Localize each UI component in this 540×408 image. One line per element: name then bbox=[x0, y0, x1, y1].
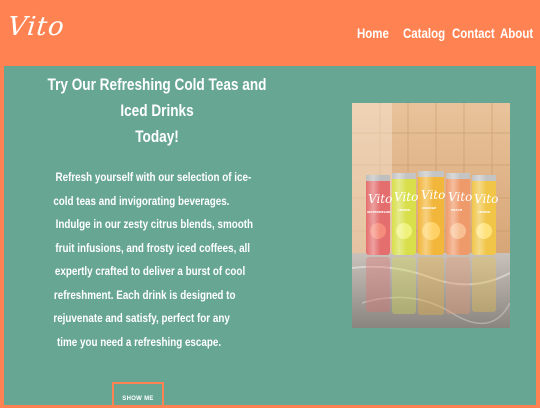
can-watermelon bbox=[366, 175, 390, 255]
hero-description-line: refreshment. Each drink is designed to bbox=[53, 287, 236, 302]
can-brand-text: Vito bbox=[368, 192, 392, 206]
show-me-button[interactable]: SHOW ME bbox=[112, 382, 164, 408]
nav-contact-link[interactable]: Contact bbox=[452, 25, 495, 41]
hero-description-line: cold teas and invigorating beverages. bbox=[53, 193, 230, 208]
site-header: Vito Home Catalog Contact About bbox=[0, 0, 540, 66]
can-brand-text: Vito bbox=[394, 190, 418, 204]
can-brand-text: Vito bbox=[474, 192, 498, 206]
can-flavor-label: ORANGE bbox=[422, 206, 436, 210]
hero-heading-line: Try Our Refreshing Cold Teas and Iced Dr… bbox=[47, 75, 267, 120]
can-brand-text: Vito bbox=[421, 188, 445, 202]
hero-description-line: rejuvenate and satisfy, perfect for any bbox=[53, 311, 230, 325]
can-brand-text: Vito bbox=[448, 190, 472, 204]
logo[interactable]: Vito bbox=[6, 12, 66, 42]
can-flavor-label: PEACH bbox=[451, 208, 463, 212]
hero-section: Try Our Refreshing Cold Teas and Iced Dr… bbox=[4, 66, 536, 408]
hero-description-line: expertly crafted to deliver a burst of c… bbox=[54, 264, 246, 278]
can-peach bbox=[446, 173, 470, 255]
product-photo: Vito Vito Vito Vito Vito WATERMELON LEMO… bbox=[352, 103, 510, 328]
hero-description: Refresh yourself with our selection of i… bbox=[34, 166, 253, 354]
hero-heading-line: Today! bbox=[135, 127, 179, 146]
hero-heading: Try Our Refreshing Cold Teas and Iced Dr… bbox=[41, 72, 273, 150]
can-lemon-2 bbox=[472, 175, 496, 255]
nav-catalog-link[interactable]: Catalog bbox=[403, 25, 445, 41]
hero-description-line: fruit infusions, and frosty iced coffees… bbox=[55, 240, 251, 255]
drink-cans-illustration: Vito Vito Vito Vito Vito WATERMELON LEMO… bbox=[352, 103, 510, 328]
nav-about-link[interactable]: About bbox=[500, 25, 533, 41]
can-orange bbox=[418, 171, 444, 255]
hero-description-line: Indulge in our zesty citrus blends, smoo… bbox=[55, 217, 254, 231]
can-flavor-label: WATERMELON bbox=[367, 210, 391, 214]
hero-description-line: time you need a refreshing escape. bbox=[56, 334, 222, 349]
can-flavor-label: LEMON bbox=[478, 210, 490, 214]
nav-home-link[interactable]: Home bbox=[357, 25, 389, 41]
hero-description-line: Refresh yourself with our selection of i… bbox=[55, 170, 252, 184]
can-flavor-label: LEMON bbox=[398, 208, 410, 212]
can-lemon bbox=[392, 173, 416, 255]
